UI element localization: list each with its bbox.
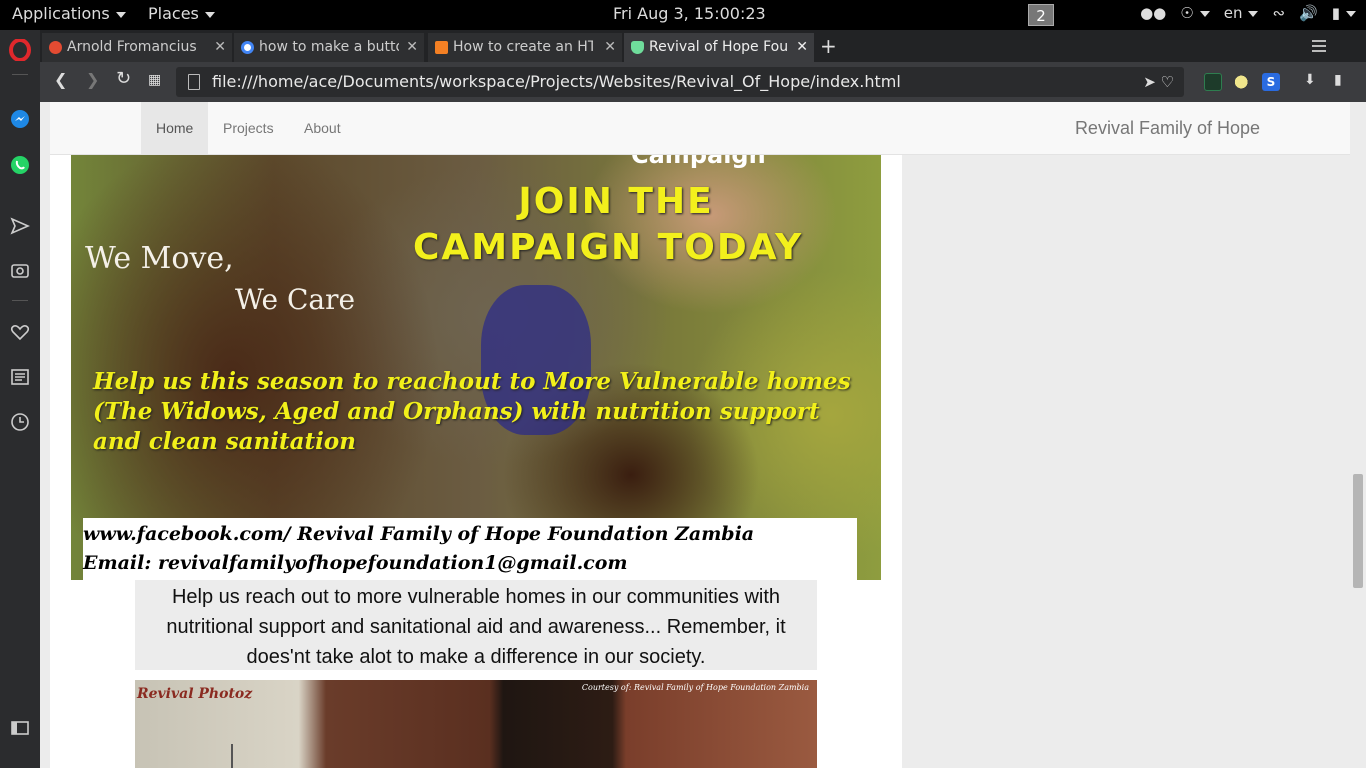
gnome-top-bar: Applications Places Fri Aug 3, 15:00:23 …	[0, 0, 1366, 30]
sidebar-toggle-icon[interactable]	[8, 716, 32, 740]
bookmark-heart-icon[interactable]: ♡	[1161, 73, 1174, 91]
poster-help-text: Help us this season to reachout to More …	[93, 368, 851, 455]
opera-logo-icon[interactable]	[8, 38, 32, 62]
address-text: file:///home/ace/Documents/workspace/Pro…	[212, 72, 901, 91]
places-label: Places	[148, 4, 199, 23]
tab-title: how to make a button	[259, 39, 399, 55]
poster-we-care: We Care	[235, 283, 356, 316]
battery-saver-icon[interactable]: ▮	[1334, 72, 1342, 88]
nav-about[interactable]: About	[289, 102, 356, 154]
google-favicon-icon	[241, 41, 254, 54]
poster-join-line1: JOIN THE	[518, 181, 714, 222]
heart-icon[interactable]	[8, 320, 32, 344]
photo-pole	[231, 744, 233, 768]
nav-projects[interactable]: Projects	[208, 102, 289, 154]
tab-arnold-fromancius[interactable]: Arnold Fromancius ✕	[42, 33, 232, 62]
scrollbar-thumb[interactable]	[1353, 474, 1363, 588]
download-icon[interactable]: ⬇	[1304, 72, 1316, 88]
s-extension-icon[interactable]: S	[1262, 73, 1280, 91]
dark-mode-icon[interactable]	[1234, 73, 1252, 91]
speed-dial-icon[interactable]: ▦	[148, 72, 161, 88]
poster-contact-box: www.facebook.com/ Revival Family of Hope…	[83, 518, 857, 580]
people-icon[interactable]: ●●	[1140, 4, 1166, 22]
revival-photo: Revival Photoz Courtesy of: Revival Fami…	[135, 680, 817, 768]
stackoverflow-favicon-icon	[435, 41, 448, 54]
battery-icon[interactable]: ▮	[1332, 4, 1356, 22]
tab-menu-icon[interactable]	[1312, 40, 1326, 55]
site-brand[interactable]: Revival Family of Hope	[1075, 102, 1260, 154]
places-menu[interactable]: Places	[148, 4, 215, 23]
camera-icon[interactable]	[8, 258, 32, 282]
back-icon[interactable]: ❮	[54, 70, 67, 89]
close-icon[interactable]: ✕	[406, 33, 418, 62]
clock[interactable]: Fri Aug 3, 15:00:23	[613, 4, 766, 23]
history-icon[interactable]	[8, 410, 32, 434]
poster-top-text: Campaign	[631, 155, 766, 169]
photo-label: Revival Photoz	[137, 686, 253, 702]
tab-title: Arnold Fromancius	[67, 39, 197, 55]
photo-courtesy: Courtesy of: Revival Family of Hope Foun…	[581, 683, 809, 692]
campaign-poster: Campaign JOIN THE CAMPAIGN TODAY We Move…	[71, 155, 881, 580]
reload-icon[interactable]: ↻	[116, 68, 131, 89]
browser-sidebar	[0, 30, 40, 768]
send-icon[interactable]	[8, 214, 32, 238]
navigation-bar: ❮ ❯ ↻ ▦ file:///home/ace/Documents/works…	[40, 62, 1366, 102]
tab-title: How to create an HTML	[453, 39, 593, 55]
extension-icon[interactable]	[1204, 73, 1222, 91]
nav-home[interactable]: Home	[141, 102, 209, 154]
new-tab-button[interactable]: +	[820, 34, 837, 58]
campaign-caption: Help us reach out to more vulnerable hom…	[135, 580, 817, 670]
language-menu[interactable]: en	[1224, 4, 1259, 22]
address-actions: ➤ ♡	[1143, 67, 1174, 97]
applications-label: Applications	[12, 4, 110, 23]
close-icon[interactable]: ✕	[604, 33, 616, 62]
poster-join-line2: CAMPAIGN TODAY	[413, 227, 804, 268]
tab-bar: Arnold Fromancius ✕ how to make a button…	[40, 30, 1366, 62]
messenger-icon[interactable]	[8, 107, 32, 131]
address-field[interactable]: file:///home/ace/Documents/workspace/Pro…	[176, 67, 1184, 97]
poster-we-move: We Move,	[85, 241, 234, 276]
chevron-down-icon	[115, 11, 126, 18]
tab-revival-of-hope[interactable]: Revival of Hope Foundation ✕	[624, 33, 814, 62]
poster-email: Email: revivalfamilyofhopefoundation1@gm…	[83, 552, 628, 574]
workspace-indicator[interactable]: 2	[1028, 4, 1054, 26]
whatsapp-icon[interactable]	[8, 153, 32, 177]
favicon-icon	[49, 41, 62, 54]
news-icon[interactable]	[8, 365, 32, 389]
tab-how-to-make-a-button[interactable]: how to make a button ✕	[234, 33, 424, 62]
tab-how-to-create-an-html[interactable]: How to create an HTML ✕	[428, 33, 622, 62]
site-navbar: Home Projects About Revival Family of Ho…	[50, 102, 1350, 155]
applications-menu[interactable]: Applications	[12, 4, 126, 23]
close-icon[interactable]: ✕	[796, 33, 808, 62]
chevron-down-icon	[1248, 10, 1259, 17]
tab-title: Revival of Hope Foundation	[649, 39, 789, 55]
accessibility-icon[interactable]: ☉	[1180, 4, 1210, 22]
page-icon	[188, 74, 200, 90]
close-icon[interactable]: ✕	[214, 33, 226, 62]
send-to-flow-icon[interactable]: ➤	[1143, 73, 1156, 91]
chevron-down-icon	[204, 11, 215, 18]
web-page: Home Projects About Revival Family of Ho…	[40, 102, 1366, 768]
scrollbar[interactable]	[1350, 102, 1366, 768]
forward-icon[interactable]: ❯	[86, 70, 99, 89]
volume-icon[interactable]: 🔊	[1299, 4, 1318, 22]
wifi-icon[interactable]: ∾	[1272, 4, 1285, 22]
poster-facebook: www.facebook.com/ Revival Family of Hope…	[83, 523, 755, 545]
shield-favicon-icon	[631, 41, 644, 54]
language-label: en	[1223, 4, 1243, 22]
system-tray: ●● ☉ en ∾ 🔊 ▮	[1140, 4, 1356, 22]
